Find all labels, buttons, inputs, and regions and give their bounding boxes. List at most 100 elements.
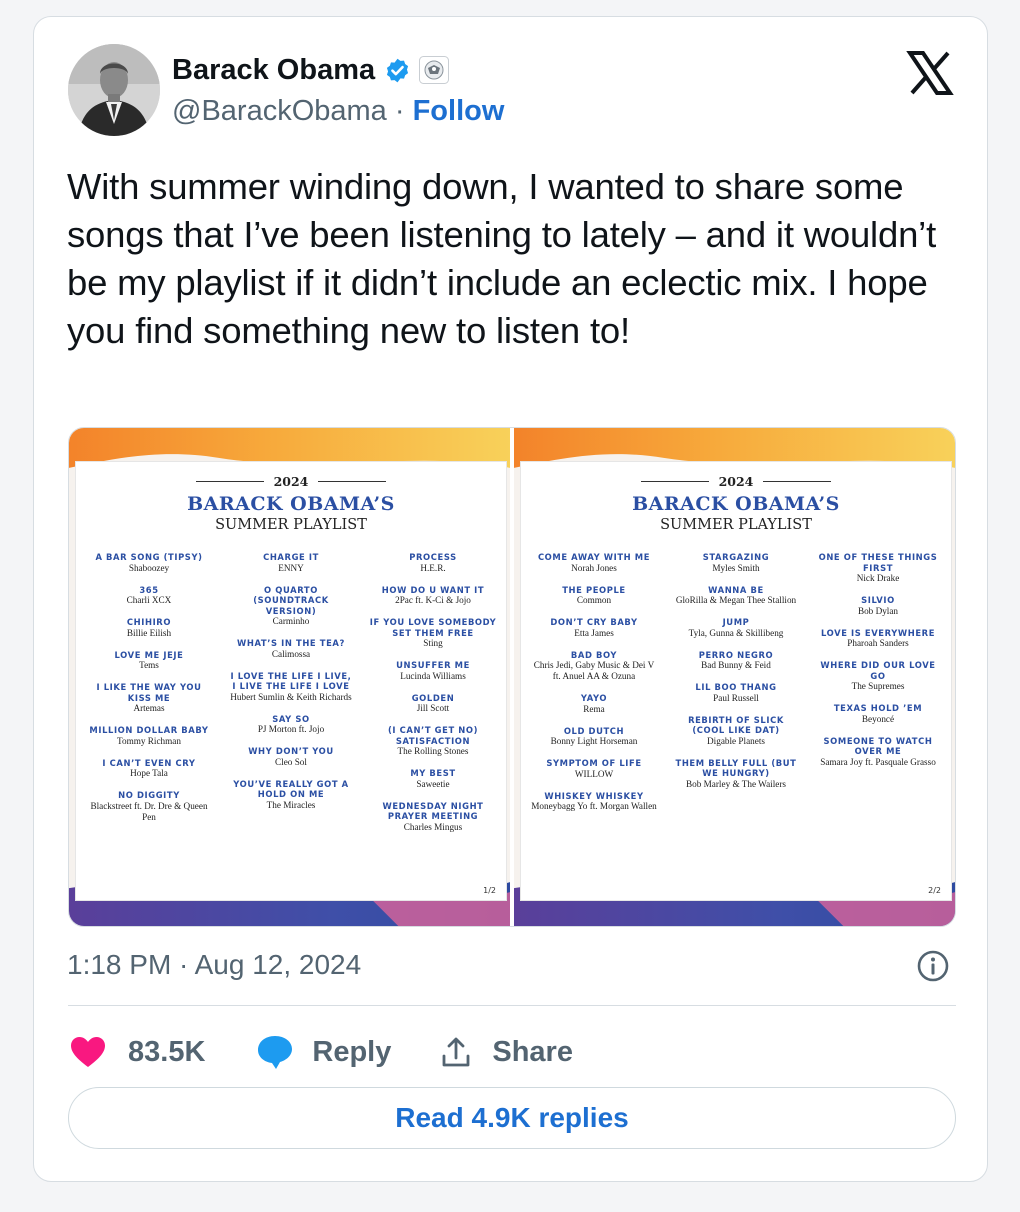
playlist-song: OLD DUTCH Bonny Light Horseman [530,726,658,748]
playlist-song: IF YOU LOVE SOMEBODY SET THEM FREE Sting [369,617,497,649]
song-artist: Bob Marley & The Wailers [686,778,786,789]
playlist-song: REBIRTH OF SLICK (COOL LIKE DAT) Digable … [672,715,800,747]
song-title: SILVIO [861,595,895,605]
playlist-song: LOVE ME JEJE Tems [85,650,213,672]
song-title: GOLDEN [411,692,455,703]
playlist-column: STARGAZING Myles Smith WANNA BE GloRilla & … [665,552,807,823]
tweet-timestamp[interactable]: 1:18 PM · Aug 12, 2024 [67,949,361,981]
share-icon [442,1037,470,1067]
song-artist: Samara Joy ft. Pasquale Grasso [820,756,936,767]
song-artist: Tems [139,660,159,670]
song-artist: Carminho [272,616,310,626]
playlist-song: LIL BOO THANG Paul Russell [672,682,800,704]
government-seal-icon[interactable] [419,56,450,84]
song-artist: Cleo Sol [275,756,307,767]
song-artist: Common [576,595,612,605]
song-title: HOW DO U WANT IT [381,584,485,595]
tweet-text: With summer winding down, I wanted to sh… [67,166,937,351]
playlist-song: WEDNESDAY NIGHT PRAYER MEETING Charles Mi… [369,801,497,833]
song-title: WHISKEY WHISKEY [544,790,644,801]
song-artist: Beyoncé [861,713,895,724]
author-handle[interactable]: @BarackObama [172,95,387,127]
x-logo-icon[interactable] [906,49,954,97]
like-count: 83.5K [128,1035,206,1068]
playlist-year: 2024 [273,474,309,489]
playlist-column: PROCESS H.E.R. HOW DO U WANT IT 2Pac ft. K-… [362,552,504,844]
song-artist: Saweetie [416,778,450,789]
playlist-year: 2024 [718,474,754,489]
song-title: WHY DON’T YOU [248,746,334,756]
playlist-column: COME AWAY WITH ME Norah Jones THE PEOPLE Co… [523,552,665,823]
song-title: STARGAZING [702,552,770,562]
song-title: TEXAS HOLD ’EM [833,703,923,713]
song-artist: Norah Jones [571,562,617,573]
song-artist: 2Pac ft. K-Ci & Jojo [395,595,471,605]
song-artist: The Rolling Stones [397,746,469,756]
playlist-song: JUMP Tyla, Gunna & Skillibeng [672,617,800,639]
playlist-sheet: 2024 BARACK OBAMA’S SUMMER PLAYLIST A BA… [75,461,507,901]
reply-label: Reply [312,1035,392,1068]
share-button[interactable]: Share [441,1036,573,1069]
playlist-page-number: 2/2 [928,886,941,895]
author-name[interactable]: Barack Obama [172,54,375,87]
playlist-song: I LOVE THE LIFE I LIVE, I LIVE THE LIFE … [227,671,355,703]
song-artist: Etta James [574,627,614,638]
song-title: MILLION DOLLAR BABY [89,725,209,735]
playlist-song: A BAR SONG (TIPSY) Shaboozey [85,552,213,574]
song-title: WHAT’S IN THE TEA? [237,638,345,648]
song-title: ONE OF THESE THINGS FIRST [818,552,938,573]
song-title: THEM BELLY FULL (BUT WE HUNGRY) [675,757,797,779]
share-label: Share [492,1035,573,1068]
song-artist: GloRilla & Megan Thee Stallion [675,595,797,605]
song-artist: Paul Russell [713,692,759,703]
song-title: SAY SO [272,713,310,724]
playlist-song: WHERE DID OUR LOVE GO The Supremes [814,660,942,692]
playlist-song: STARGAZING Myles Smith [672,552,800,574]
song-artist: Charli XCX [126,595,172,605]
playlist-song: WHAT’S IN THE TEA? Calimossa [227,638,355,660]
song-title: (I CAN’T GET NO) SATISFACTION [387,725,479,746]
playlist-song: YAYO Rema [530,693,658,715]
song-artist: Bob Dylan [857,605,899,616]
song-artist: The Miracles [266,799,316,810]
song-artist: ENNY [278,562,304,573]
playlist-column: CHARGE IT ENNY O QUARTO (SOUNDTRACK VERSIO… [220,552,362,844]
playlist-image-2[interactable]: 2024 BARACK OBAMA’S SUMMER PLAYLIST COME… [514,428,955,926]
tweet-media[interactable]: 2024 BARACK OBAMA’S SUMMER PLAYLIST A BA… [68,427,956,927]
song-artist: Nick Drake [856,573,900,583]
song-artist: Sting [423,638,443,648]
like-button[interactable]: 83.5K [70,1036,205,1069]
song-artist: Rema [583,703,605,714]
read-replies-button[interactable]: Read 4.9K replies [68,1087,956,1149]
verified-badge-icon[interactable] [384,57,411,84]
song-title: LIL BOO THANG [695,682,777,692]
song-title: LOVE IS EVERYWHERE [820,627,936,638]
song-artist: Myles Smith [712,562,760,573]
song-artist: Shaboozey [128,562,170,573]
tweet-card: Barack Obama @BarackObama · Follow With … [33,16,988,1182]
song-title: SYMPTOM OF LIFE [546,758,642,768]
reply-button[interactable]: Reply [256,1034,391,1070]
rule-left [640,481,709,482]
reply-bubble-icon [258,1036,293,1069]
playlist-song: PERRO NEGRO Bad Bunny & Feid [672,650,800,672]
song-title: IF YOU LOVE SOMEBODY SET THEM FREE [369,617,497,638]
playlist-sheet: 2024 BARACK OBAMA’S SUMMER PLAYLIST COME… [520,461,952,901]
playlist-song: ONE OF THESE THINGS FIRST Nick Drake [814,552,942,584]
follow-button[interactable]: Follow [413,95,505,127]
song-title: YOU’VE REALLY GOT A HOLD ON ME [233,778,349,800]
playlist-image-1[interactable]: 2024 BARACK OBAMA’S SUMMER PLAYLIST A BA… [69,428,510,926]
song-title: NO DIGGITY [118,790,180,800]
playlist-song: SOMEONE TO WATCH OVER ME Samara Joy ft. P… [814,736,942,768]
song-artist: Chris Jedi, Gaby Music & Dei V ft. Anuel… [533,660,655,681]
song-title: LOVE ME JEJE [114,649,184,660]
playlist-song: THEM BELLY FULL (BUT WE HUNGRY) Bob Marle… [672,758,800,790]
heart-icon [71,1037,105,1067]
playlist-song: CHIHIRO Billie Eilish [85,617,213,639]
info-icon[interactable] [916,949,950,983]
avatar[interactable] [68,44,160,136]
song-title: CHIHIRO [126,617,172,627]
avatar-photo [68,44,160,136]
song-title: BAD BOY [570,649,618,660]
song-artist: H.E.R. [420,562,446,573]
